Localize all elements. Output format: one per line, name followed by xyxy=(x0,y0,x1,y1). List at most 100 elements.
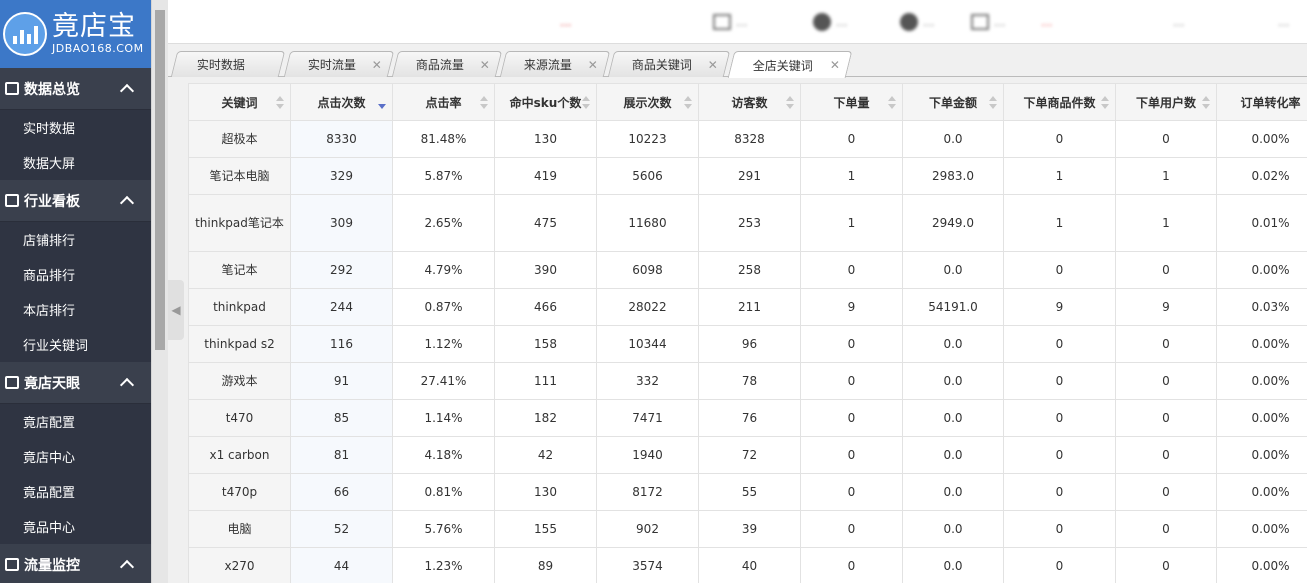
tab-3[interactable]: 来源流量 ✕ xyxy=(499,51,611,77)
table-cell: 10344 xyxy=(596,325,699,363)
sort-arrows-icon[interactable] xyxy=(276,96,284,110)
table-cell: 111 xyxy=(494,362,597,400)
table-cell: 0 xyxy=(1115,399,1217,437)
column-header[interactable]: 访客数 xyxy=(698,83,801,121)
header-promo-link[interactable]: ... xyxy=(560,11,571,33)
sort-arrows-icon[interactable] xyxy=(582,96,590,110)
sidebar-item[interactable]: 商品排行 xyxy=(0,257,151,292)
chevron-left-icon: ◀ xyxy=(171,303,181,317)
table-row[interactable]: 游戏本 91 27.41% 111 332 78 0 0.0 0 0 0.00% xyxy=(188,362,1307,400)
sort-arrows-icon[interactable] xyxy=(1202,96,1210,110)
sort-arrows-icon[interactable] xyxy=(480,96,488,110)
brand-name: 竟店宝 xyxy=(52,11,136,42)
table-row[interactable]: 电脑 52 5.76% 155 902 39 0 0.0 0 0 0.00% xyxy=(188,510,1307,548)
scrollbar-thumb[interactable] xyxy=(155,10,165,350)
close-icon[interactable]: ✕ xyxy=(708,58,718,72)
header-item-3[interactable]: ... xyxy=(900,11,934,33)
chevron-up-icon[interactable] xyxy=(119,377,135,393)
table-cell: 76 xyxy=(698,399,801,437)
sort-arrows-icon[interactable] xyxy=(1101,96,1109,110)
header-user-menu[interactable]: ... xyxy=(1173,11,1184,33)
sort-arrows-icon[interactable] xyxy=(888,96,896,110)
chevron-up-icon[interactable] xyxy=(119,195,135,211)
table-cell: 0.00% xyxy=(1216,399,1307,437)
column-header[interactable]: 命中sku个数 xyxy=(494,83,597,121)
column-header[interactable]: 下单用户数 xyxy=(1115,83,1217,121)
table-cell: 0 xyxy=(1003,473,1116,511)
table-cell: 0 xyxy=(1003,251,1116,289)
close-icon[interactable]: ✕ xyxy=(588,58,598,72)
column-header[interactable]: 订单转化率 xyxy=(1216,83,1307,121)
header-item-2[interactable]: ... xyxy=(813,11,847,33)
column-header[interactable]: 展示次数 xyxy=(596,83,699,121)
close-icon[interactable]: ✕ xyxy=(830,58,840,72)
column-header[interactable]: 关键词 xyxy=(188,83,291,121)
sidebar-section-label: 数据总览 xyxy=(24,81,80,98)
table-row[interactable]: t470p 66 0.81% 130 8172 55 0 0.0 0 0 0.00% xyxy=(188,473,1307,511)
table-row[interactable]: 笔记本 292 4.79% 390 6098 258 0 0.0 0 0 0.00% xyxy=(188,251,1307,289)
sidebar-item[interactable]: 数据大屏 xyxy=(0,145,151,180)
sidebar-item[interactable]: 本店排行 xyxy=(0,292,151,327)
sidebar-item[interactable]: 实时数据 xyxy=(0,110,151,145)
sort-arrows-icon[interactable] xyxy=(786,96,794,110)
table-cell: 0 xyxy=(800,325,903,363)
table-row[interactable]: 笔记本电脑 329 5.87% 419 5606 291 1 2983.0 1 1 0.02% xyxy=(188,157,1307,195)
sidebar-section-0[interactable]: 数据总览 xyxy=(0,68,151,110)
sidebar-section-2[interactable]: 竟店天眼 xyxy=(0,362,151,404)
sidebar-item[interactable]: 竟店配置 xyxy=(0,404,151,439)
table-row[interactable]: x1 carbon 81 4.18% 42 1940 72 0 0.0 0 0 0.00% xyxy=(188,436,1307,474)
sort-arrows-icon[interactable] xyxy=(989,96,997,110)
table-cell: 0 xyxy=(1115,510,1217,548)
header-item-4[interactable]: ... xyxy=(971,11,1005,33)
column-header-label: 点击次数 xyxy=(317,95,366,110)
column-header[interactable]: 下单量 xyxy=(800,83,903,121)
tab-1[interactable]: 实时流量 ✕ xyxy=(283,51,395,77)
tab-5[interactable]: 全店关键词 ✕ xyxy=(727,51,853,78)
chevron-up-icon[interactable] xyxy=(119,83,135,99)
sidebar-section-1[interactable]: 行业看板 xyxy=(0,180,151,222)
table-cell: 0.00% xyxy=(1216,510,1307,548)
column-header[interactable]: 下单商品件数 xyxy=(1003,83,1116,121)
column-header-label: 展示次数 xyxy=(623,95,672,110)
table-row[interactable]: x270 44 1.23% 89 3574 40 0 0.0 0 0 0.00% xyxy=(188,547,1307,583)
table-cell: 258 xyxy=(698,251,801,289)
table-row[interactable]: thinkpad s2 116 1.12% 158 10344 96 0 0.0 0 0 0.00% xyxy=(188,325,1307,363)
sort-arrows-icon[interactable] xyxy=(378,96,386,110)
sort-arrows-icon[interactable] xyxy=(684,96,692,110)
table-row[interactable]: thinkpad笔记本 309 2.65% 475 11680 253 1 2949.0 1 1 0… xyxy=(188,194,1307,252)
close-icon[interactable]: ✕ xyxy=(372,58,382,72)
calendar-icon xyxy=(971,14,989,30)
column-header[interactable]: 下单金额 xyxy=(902,83,1004,121)
sidebar-item[interactable]: 竟品中心 xyxy=(0,509,151,544)
collapse-sidebar-handle[interactable]: ◀ xyxy=(168,280,184,340)
sidebar-item[interactable]: 行业关键词 xyxy=(0,327,151,362)
tab-0[interactable]: 实时数据 xyxy=(170,51,286,77)
table-cell: 85 xyxy=(290,399,393,437)
table-cell: 291 xyxy=(698,157,801,195)
column-header[interactable]: 点击次数 xyxy=(290,83,393,121)
sidebar-item[interactable]: 竟品配置 xyxy=(0,474,151,509)
table-row[interactable]: thinkpad 244 0.87% 466 28022 211 9 54191.0 9 9 0.0… xyxy=(188,288,1307,326)
column-header[interactable]: 点击率 xyxy=(392,83,495,121)
table-cell: 9 xyxy=(1115,288,1217,326)
table-cell: 28022 xyxy=(596,288,699,326)
sidebar-item[interactable]: 店铺排行 xyxy=(0,222,151,257)
sidebar-scrollbar[interactable] xyxy=(151,0,168,583)
column-header-label: 下单商品件数 xyxy=(1023,95,1096,110)
tab-4[interactable]: 商品关键词 ✕ xyxy=(607,51,731,77)
chevron-up-icon[interactable] xyxy=(119,559,135,575)
brand-logo[interactable]: 竟店宝 JDBAO168.COM xyxy=(0,0,151,68)
close-icon[interactable]: ✕ xyxy=(480,58,490,72)
table-row[interactable]: 超极本 8330 81.48% 130 10223 8328 0 0.0 0 0 0.00% xyxy=(188,120,1307,158)
table-cell: 27.41% xyxy=(392,362,495,400)
table-cell: 0 xyxy=(800,251,903,289)
tab-2[interactable]: 商品流量 ✕ xyxy=(391,51,503,77)
header-item-1[interactable]: ... xyxy=(713,11,747,33)
table-cell: 44 xyxy=(290,547,393,583)
sidebar: 竟店宝 JDBAO168.COM 数据总览实时数据 数据大屏 行业看板 店铺排行 商品排… xyxy=(0,0,151,583)
table-cell: 116 xyxy=(290,325,393,363)
sidebar-section-3[interactable]: 流量监控 xyxy=(0,544,151,583)
table-row[interactable]: t470 85 1.14% 182 7471 76 0 0.0 0 0 0.00% xyxy=(188,399,1307,437)
sidebar-item[interactable]: 竟店中心 xyxy=(0,439,151,474)
header-logout[interactable]: ... xyxy=(1278,11,1289,33)
